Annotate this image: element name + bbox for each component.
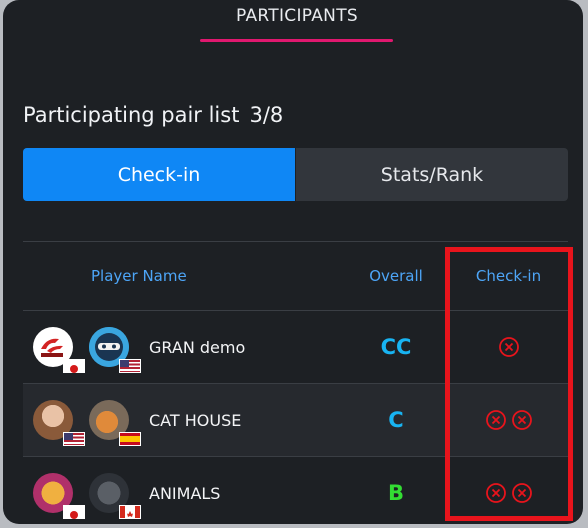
pair-name: CAT HOUSE bbox=[149, 410, 242, 430]
woman-photo-avatar bbox=[33, 400, 85, 446]
view-toggle: Check-in Stats/Rank bbox=[23, 148, 568, 201]
participants-panel: PARTICIPANTS Participating pair list 3/8 … bbox=[3, 0, 583, 524]
tab-check-in[interactable]: Check-in bbox=[23, 148, 295, 201]
canada-flag-icon bbox=[119, 505, 141, 519]
table-row[interactable]: GRAN demo CC bbox=[23, 311, 568, 384]
check-in-cell bbox=[449, 482, 568, 504]
table-header: Player Name Overall Check-in bbox=[23, 242, 568, 311]
cat-photo-avatar bbox=[33, 473, 85, 519]
active-tab-underline bbox=[200, 39, 393, 42]
player-cell: ANIMALS bbox=[23, 473, 343, 519]
animal-photo-avatar bbox=[89, 473, 141, 519]
overall-cell: B bbox=[343, 481, 449, 505]
ninja-avatar bbox=[89, 327, 141, 373]
japan-flag-icon bbox=[63, 505, 85, 519]
pair-table: Player Name Overall Check-in GRAN demo C… bbox=[23, 241, 568, 524]
table-row[interactable]: CAT HOUSE C bbox=[23, 384, 568, 457]
column-overall: Overall bbox=[369, 267, 423, 285]
spain-flag-icon bbox=[119, 432, 141, 446]
overall-grade: C bbox=[388, 408, 404, 432]
pair-count: 3/8 bbox=[249, 103, 284, 127]
not-checked-in-icon[interactable] bbox=[498, 336, 520, 358]
player-cell: CAT HOUSE bbox=[23, 400, 343, 446]
not-checked-in-icon[interactable] bbox=[485, 409, 507, 431]
not-checked-in-icon[interactable] bbox=[511, 482, 533, 504]
check-in-cell bbox=[449, 336, 568, 358]
usa-flag-icon bbox=[63, 432, 85, 446]
pair-name: GRAN demo bbox=[149, 337, 246, 357]
column-check-in: Check-in bbox=[475, 267, 542, 285]
pair-list-heading: Participating pair list 3/8 bbox=[23, 103, 283, 127]
japan-flag-icon bbox=[63, 359, 85, 373]
gran-logo-avatar bbox=[33, 327, 85, 373]
overall-grade: B bbox=[387, 481, 404, 505]
usa-flag-icon bbox=[119, 359, 141, 373]
header-title[interactable]: PARTICIPANTS bbox=[3, 6, 583, 26]
pair-name: ANIMALS bbox=[149, 483, 221, 503]
overall-cell: C bbox=[343, 408, 449, 432]
column-player-name: Player Name bbox=[91, 267, 187, 285]
table-row[interactable]: ANIMALS B bbox=[23, 457, 568, 524]
tab-stats-rank[interactable]: Stats/Rank bbox=[295, 148, 568, 201]
overall-grade: CC bbox=[380, 335, 412, 359]
overall-cell: CC bbox=[343, 335, 449, 359]
player-cell: GRAN demo bbox=[23, 327, 343, 373]
not-checked-in-icon[interactable] bbox=[485, 482, 507, 504]
cat-photo-avatar bbox=[89, 400, 141, 446]
pair-list-title: Participating pair list bbox=[23, 103, 240, 127]
not-checked-in-icon[interactable] bbox=[511, 409, 533, 431]
check-in-cell bbox=[449, 409, 568, 431]
